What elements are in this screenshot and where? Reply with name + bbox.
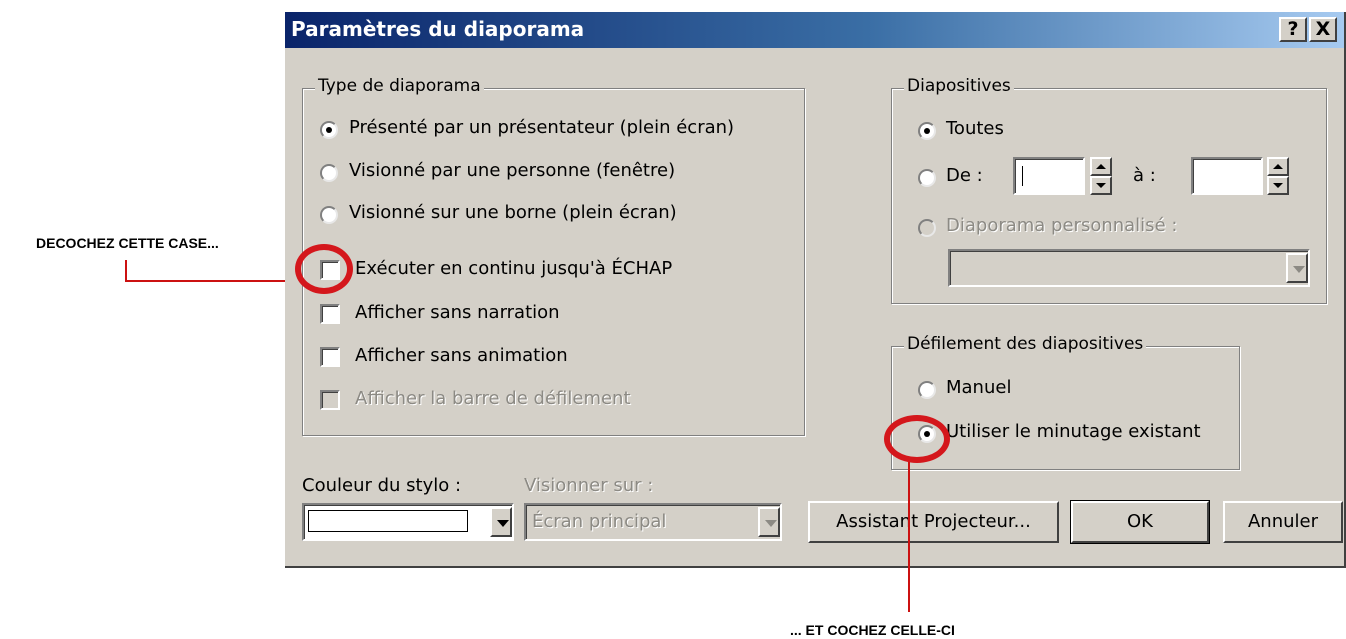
ok-button[interactable]: OK — [1070, 500, 1210, 544]
highlight-circle-loop — [295, 244, 353, 294]
range-radio[interactable] — [918, 169, 936, 187]
annotation-uncheck: DECOCHEZ CETTE CASE... — [36, 235, 219, 251]
scrollbar-label: Afficher la barre de défilement — [355, 388, 631, 409]
all-slides-label[interactable]: Toutes — [946, 118, 1004, 139]
monitor-value: Écran principal — [532, 511, 667, 532]
kiosk-label[interactable]: Visionné sur une borne (plein écran) — [349, 202, 677, 223]
close-button[interactable]: X — [1309, 17, 1337, 42]
text-caret — [1022, 166, 1023, 186]
monitor-dropdown-icon — [758, 507, 780, 537]
custom-show-radio — [918, 219, 936, 237]
highlight-circle-timing — [884, 415, 950, 463]
from-spinner-up-icon[interactable] — [1090, 157, 1112, 176]
slides-legend: Diapositives — [904, 76, 1014, 96]
advance-legend: Défilement des diapositives — [904, 334, 1147, 354]
show-type-legend: Type de diaporama — [315, 76, 484, 96]
custom-show-label: Diaporama personnalisé : — [946, 215, 1178, 236]
all-slides-radio[interactable] — [918, 122, 936, 140]
dialog-title: Paramètres du diaporama — [291, 17, 585, 41]
title-bar[interactable]: Paramètres du diaporama ? X — [285, 12, 1344, 48]
individual-radio[interactable] — [320, 164, 338, 182]
from-label[interactable]: De : — [946, 165, 983, 186]
from-spinner-down-icon[interactable] — [1090, 176, 1112, 195]
annotation-check: ... ET COCHEZ CELLE-CI — [790, 622, 955, 638]
to-spinner-up-icon[interactable] — [1267, 157, 1289, 176]
presenter-label[interactable]: Présenté par un présentateur (plein écra… — [349, 117, 734, 138]
cancel-button[interactable]: Annuler — [1223, 501, 1343, 543]
use-timings-label[interactable]: Utiliser le minutage existant — [946, 421, 1201, 442]
slideshow-settings-dialog: Paramètres du diaporama ? X Type de diap… — [285, 12, 1346, 568]
no-narration-label[interactable]: Afficher sans narration — [355, 302, 560, 323]
pen-color-select[interactable] — [302, 503, 514, 541]
help-button[interactable]: ? — [1279, 17, 1307, 42]
no-narration-checkbox[interactable] — [320, 304, 340, 324]
presenter-radio[interactable] — [320, 121, 338, 139]
annotation-line-vertical-left — [125, 260, 127, 282]
to-spinner[interactable] — [1267, 157, 1289, 195]
from-spinner[interactable] — [1090, 157, 1112, 195]
monitor-label: Visionner sur : — [524, 475, 654, 496]
from-input[interactable] — [1013, 157, 1085, 195]
scrollbar-checkbox — [320, 390, 340, 410]
pen-color-label: Couleur du stylo : — [302, 475, 462, 496]
to-spinner-down-icon[interactable] — [1267, 176, 1289, 195]
manual-label[interactable]: Manuel — [946, 377, 1011, 398]
custom-show-select — [948, 249, 1310, 287]
annotation-line-horizontal-left — [125, 280, 303, 282]
pen-color-dropdown-icon[interactable] — [490, 507, 512, 537]
no-animation-checkbox[interactable] — [320, 347, 340, 367]
custom-show-dropdown-icon — [1286, 253, 1308, 283]
annotation-line-vertical-bottom — [908, 462, 910, 612]
no-animation-label[interactable]: Afficher sans animation — [355, 345, 568, 366]
monitor-select: Écran principal — [524, 503, 782, 541]
to-label: à : — [1133, 165, 1156, 186]
projector-wizard-button[interactable]: Assistant Projecteur... — [808, 501, 1059, 543]
individual-label[interactable]: Visionné par une personne (fenêtre) — [349, 160, 675, 181]
to-input[interactable] — [1191, 157, 1263, 195]
loop-label[interactable]: Exécuter en continu jusqu'à ÉCHAP — [355, 258, 672, 279]
kiosk-radio[interactable] — [320, 206, 338, 224]
pen-color-swatch — [308, 510, 468, 532]
manual-radio[interactable] — [918, 381, 936, 399]
